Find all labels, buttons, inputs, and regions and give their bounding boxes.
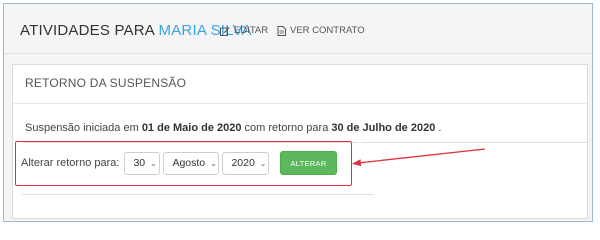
info-suffix: . xyxy=(438,122,442,134)
info-middle: com retorno para xyxy=(244,122,329,134)
chevron-down-icon: ⌄ xyxy=(150,158,157,168)
day-select-value: 30 xyxy=(133,157,146,169)
month-select[interactable]: Agosto ⌄ xyxy=(163,151,220,175)
info-prefix: Suspensão iniciada em xyxy=(25,122,139,134)
page-title-prefix: ATIVIDADES PARA xyxy=(20,22,155,39)
view-contract-label: VER CONTRATO xyxy=(290,25,365,36)
form-divider xyxy=(22,194,374,195)
alterar-button[interactable]: ALTERAR xyxy=(280,151,337,175)
card-divider xyxy=(13,103,587,104)
suspension-start-date: 01 de Maio de 2020 xyxy=(141,122,242,134)
change-return-label: Alterar retorno para: xyxy=(21,157,120,169)
document-icon xyxy=(277,25,286,36)
edit-link-label: EDITAR xyxy=(234,25,269,36)
suspension-return-date: 30 de Julho de 2020 xyxy=(331,122,436,134)
year-select[interactable]: 2020 ⌄ xyxy=(222,151,270,175)
month-select-value: Agosto xyxy=(172,157,206,169)
edit-icon xyxy=(220,26,230,36)
info-divider-right xyxy=(361,142,587,143)
view-contract-link[interactable]: VER CONTRATO xyxy=(277,25,365,36)
page-title: ATIVIDADES PARA MARIA SILVA xyxy=(20,22,252,39)
window-frame: ATIVIDADES PARA MARIA SILVA EDITAR VER C… xyxy=(3,3,593,222)
edit-link[interactable]: EDITAR xyxy=(220,25,268,36)
year-select-value: 2020 xyxy=(231,157,255,169)
change-return-form: Alterar retorno para: 30 ⌄ Agosto ⌄ 2020… xyxy=(21,151,337,175)
page-header: ATIVIDADES PARA MARIA SILVA EDITAR VER C… xyxy=(4,4,592,54)
day-select[interactable]: 30 ⌄ xyxy=(124,151,161,175)
card-title: RETORNO DA SUSPENSÃO xyxy=(25,76,187,90)
chevron-down-icon: ⌄ xyxy=(210,158,217,168)
annotation-arrow xyxy=(352,148,486,167)
chevron-down-icon: ⌄ xyxy=(259,158,267,168)
suspension-info: Suspensão iniciada em 01 de Maio de 2020… xyxy=(25,122,441,134)
